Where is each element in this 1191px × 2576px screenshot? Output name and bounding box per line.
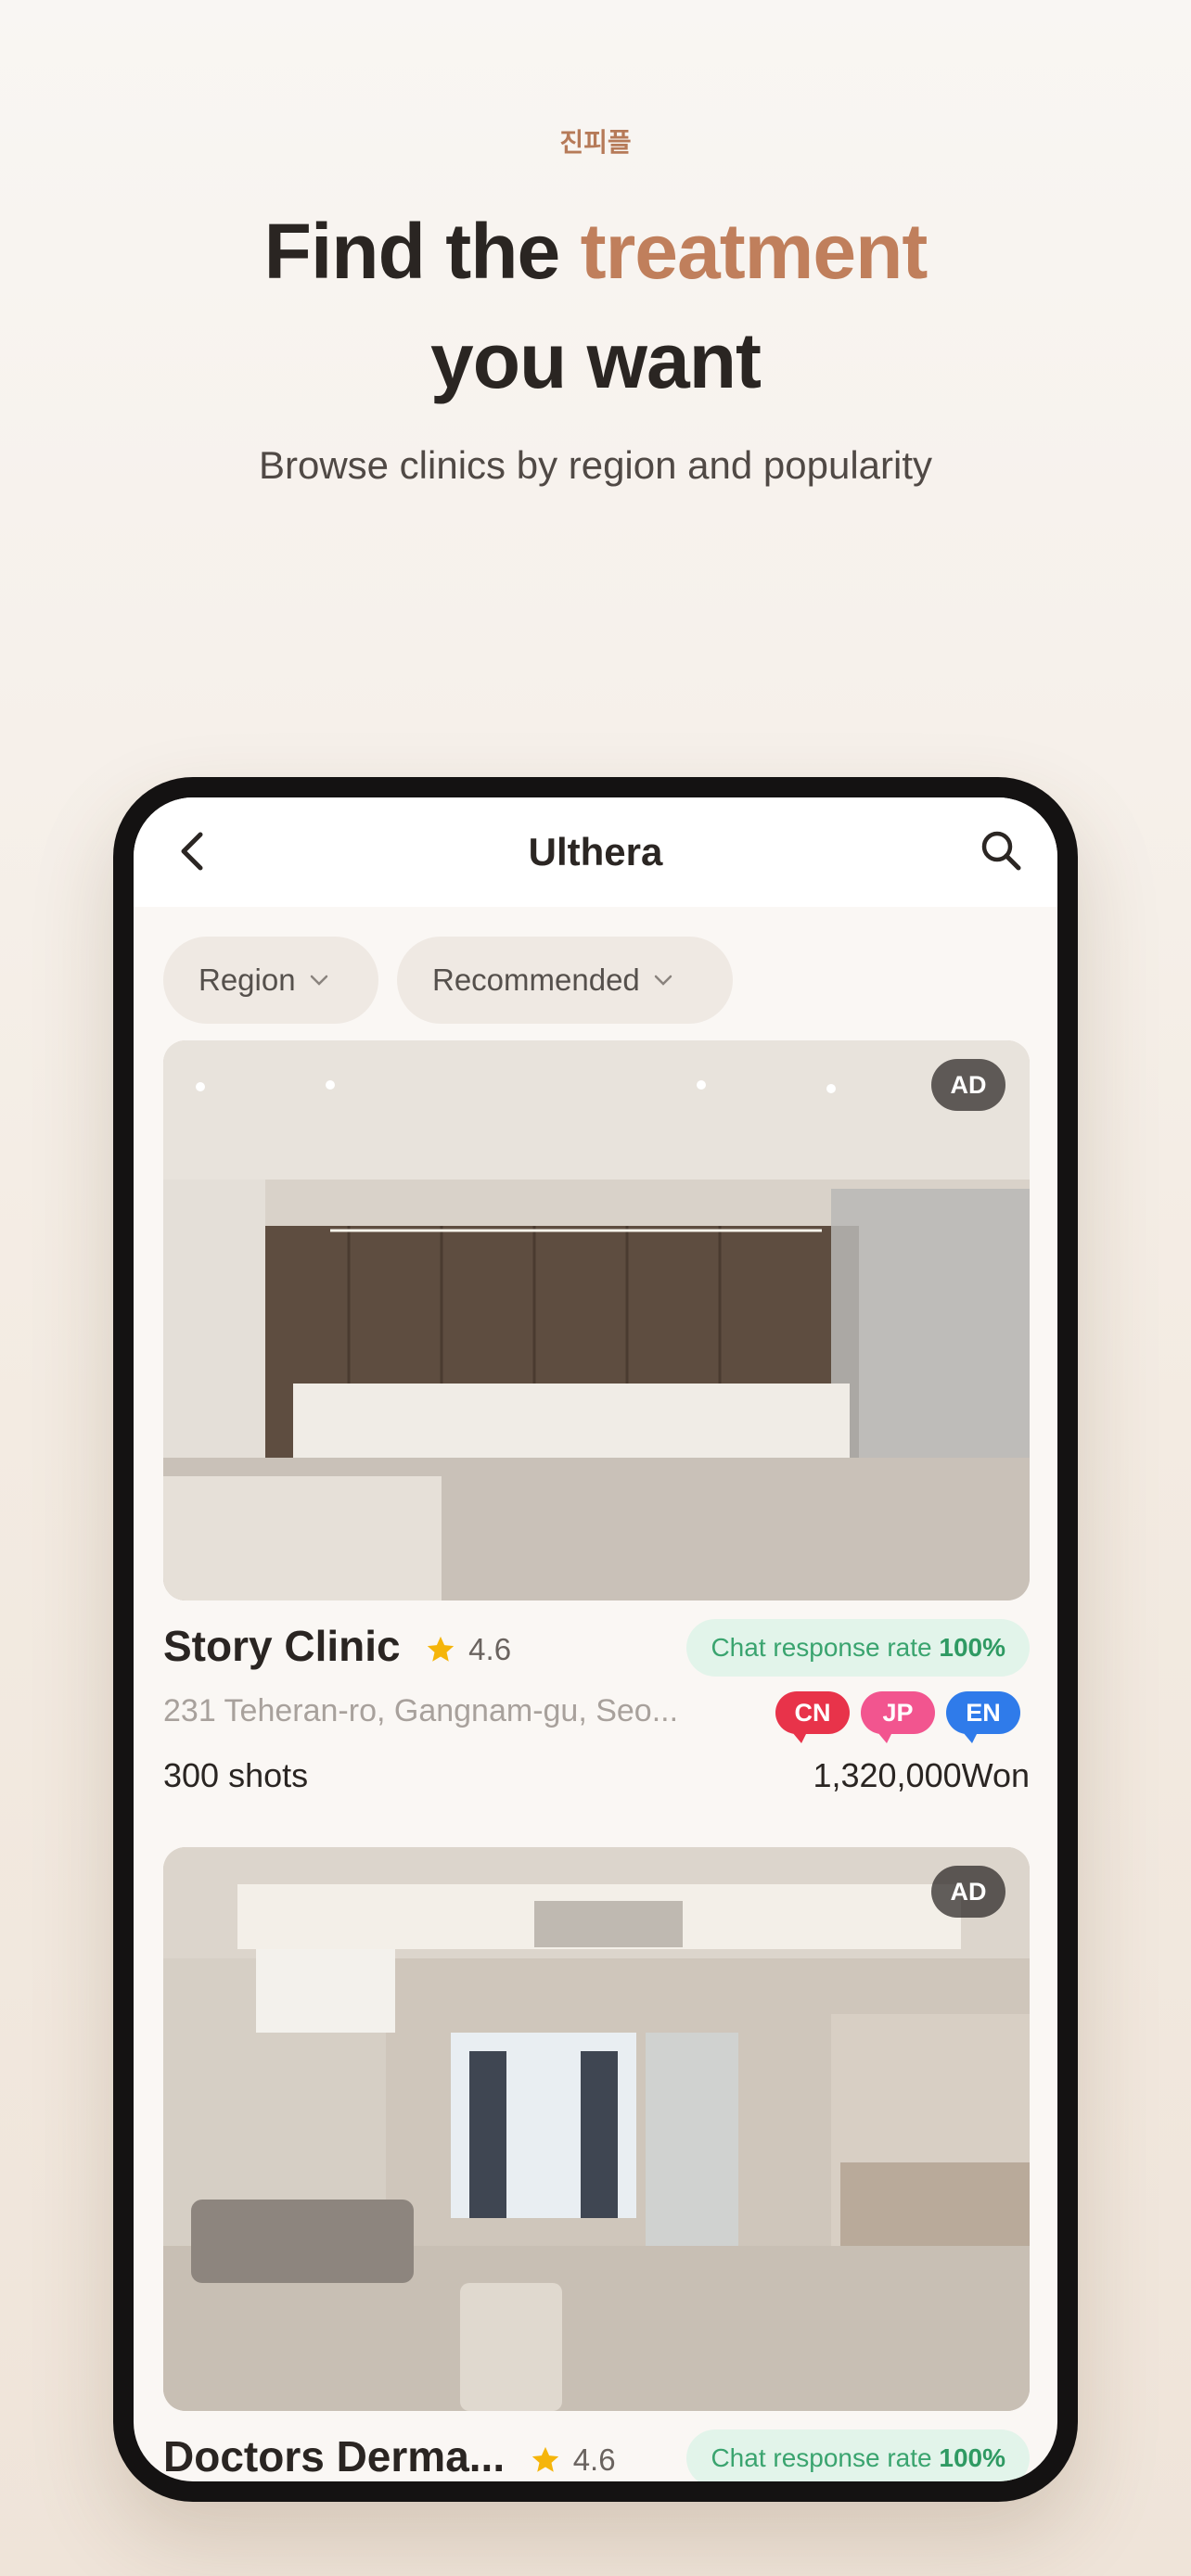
search-icon[interactable] — [974, 823, 1030, 879]
headline: Find the treatment you want — [0, 197, 1191, 415]
response-rate-label: Chat response rate — [711, 2443, 940, 2472]
lang-badge-jp: JP — [861, 1691, 935, 1743]
headline-part2: you want — [429, 317, 762, 404]
clinic-name: Doctors Derma... — [163, 2432, 506, 2480]
clinic-photo[interactable]: AD — [163, 1040, 1030, 1600]
response-rate-badge: Chat response rate 100% — [686, 1619, 1030, 1677]
subtitle: Browse clinics by region and popularity — [258, 443, 933, 487]
lang-badge-cn: CN — [775, 1691, 850, 1743]
phone-frame: Ulthera Region Recommended AD Story Clin… — [113, 777, 1078, 2502]
headline-part1: Find the — [263, 208, 581, 295]
response-rate-label: Chat response rate — [711, 1633, 940, 1662]
phone-screen: Ulthera Region Recommended AD Story Clin… — [134, 797, 1057, 2481]
region-filter[interactable]: Region — [163, 937, 378, 1024]
response-rate-value: 100% — [939, 1633, 1005, 1662]
app-title: Ulthera — [528, 830, 663, 874]
lang-badge-en: EN — [946, 1691, 1020, 1743]
clinic-name-row[interactable]: Story Clinic 4.6 — [163, 1621, 511, 1671]
clinic-photo[interactable]: AD — [163, 1847, 1030, 2411]
ad-badge: AD — [931, 1866, 1005, 1918]
headline-accent: treatment — [580, 208, 928, 295]
response-rate-value: 100% — [939, 2443, 1005, 2472]
clinic-lobby-image — [163, 1040, 1030, 1600]
brand-label: 진피플 — [559, 127, 632, 158]
clinic-address: 231 Teheran-ro, Gangnam-gu, Seo... — [163, 1693, 679, 1728]
treatment-price: 1,320,000Won — [813, 1756, 1030, 1794]
treatment-shots: 300 shots — [163, 1756, 309, 1794]
sort-filter-label: Recommended — [432, 963, 640, 997]
clinic-name-row[interactable]: Doctors Derma... 4.6 — [163, 2431, 616, 2481]
star-icon — [428, 1636, 455, 1662]
chevron-left-icon[interactable] — [167, 823, 223, 879]
ad-badge: AD — [931, 1059, 1005, 1111]
clinic-rating: 4.6 — [572, 2442, 616, 2477]
clinic-name: Story Clinic — [163, 1622, 401, 1670]
chevron-down-icon — [310, 975, 327, 986]
clinic-lounge-image — [163, 1847, 1030, 2411]
lang-badge-label: CN — [794, 1699, 831, 1727]
clinic-rating: 4.6 — [468, 1631, 512, 1666]
lang-badge-label: JP — [882, 1699, 914, 1727]
sort-filter[interactable]: Recommended — [397, 937, 733, 1024]
response-rate-badge: Chat response rate 100% — [686, 2429, 1030, 2481]
app-bar: Ulthera — [134, 797, 1057, 907]
chevron-down-icon — [654, 975, 672, 986]
region-filter-label: Region — [198, 963, 296, 997]
lang-badge-label: EN — [966, 1699, 1001, 1727]
star-icon — [531, 2446, 559, 2472]
